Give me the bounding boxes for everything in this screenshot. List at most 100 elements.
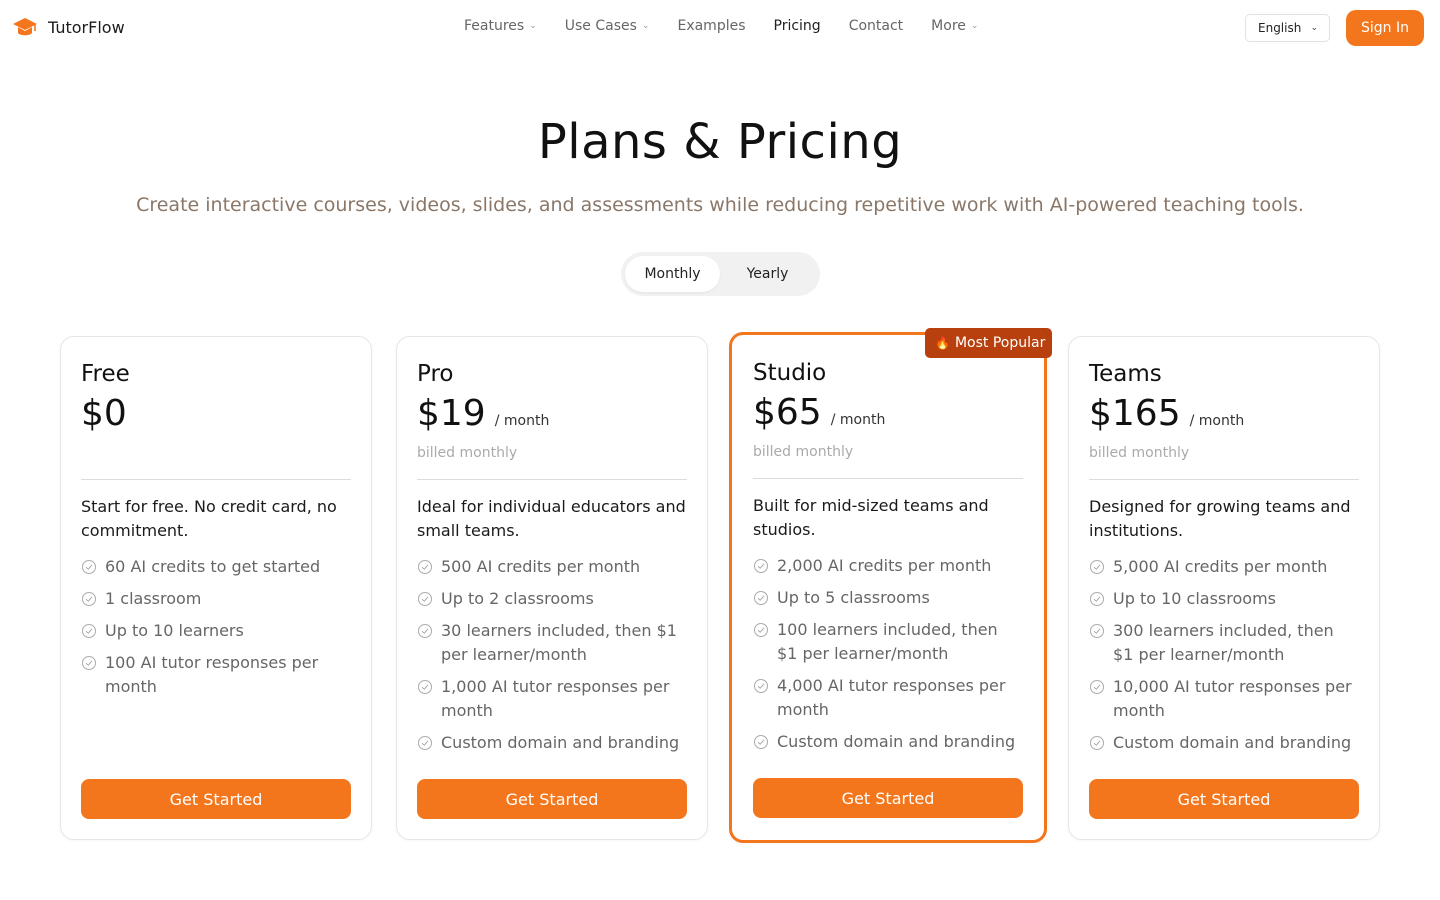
plan-name: Studio: [753, 360, 827, 386]
divider: [81, 479, 351, 480]
get-started-button[interactable]: Get Started: [753, 778, 1023, 818]
feature-item: 5,000 AI credits per month: [1089, 555, 1359, 579]
check-circle-icon: [1090, 592, 1104, 606]
feature-item: 4,000 AI tutor responses per month: [753, 674, 1023, 722]
feature-item: Up to 5 classrooms: [753, 586, 1023, 610]
feature-item: 1,000 AI tutor responses per month: [417, 675, 687, 723]
language-label: English: [1258, 21, 1302, 35]
feature-text: 300 learners included, then $1 per learn…: [1113, 621, 1334, 664]
feature-item: 100 learners included, then $1 per learn…: [753, 618, 1023, 666]
top-navbar: TutorFlow Features ⌄ Use Cases ⌄ Example…: [0, 0, 1440, 56]
feature-text: 100 learners included, then $1 per learn…: [777, 620, 998, 663]
check-circle-icon: [1090, 560, 1104, 574]
nav-item-examples[interactable]: Examples: [677, 18, 745, 34]
check-circle-icon: [754, 679, 768, 693]
plan-description: Designed for growing teams and instituti…: [1089, 497, 1351, 540]
feature-text: 60 AI credits to get started: [105, 557, 321, 576]
plan-price: $19: [417, 393, 486, 434]
price-row: $0: [81, 393, 127, 434]
get-started-button[interactable]: Get Started: [417, 779, 687, 819]
feature-item: 10,000 AI tutor responses per month: [1089, 675, 1359, 723]
price-row: $65 / month: [753, 392, 885, 433]
page-subtitle: Create interactive courses, videos, slid…: [136, 194, 1304, 216]
price-period: / month: [830, 412, 886, 428]
feature-item: Up to 10 classrooms: [1089, 587, 1359, 611]
feature-text: 30 learners included, then $1 per learne…: [441, 621, 677, 664]
nav-item-pricing[interactable]: Pricing: [774, 18, 821, 34]
check-circle-icon: [754, 735, 768, 749]
check-circle-icon: [82, 560, 96, 574]
chevron-down-icon: ⌄: [641, 21, 650, 31]
main-nav: Features ⌄ Use Cases ⌄ Examples Pricing …: [464, 18, 1006, 34]
check-circle-icon: [82, 656, 96, 670]
nav-label: Features: [464, 18, 525, 34]
check-circle-icon: [418, 736, 432, 750]
plan-description: Start for free. No credit card, no commi…: [81, 497, 337, 540]
feature-item: 60 AI credits to get started: [81, 555, 351, 579]
feature-text: Up to 2 classrooms: [441, 589, 594, 608]
feature-item: 100 AI tutor responses per month: [81, 651, 351, 699]
feature-text: Up to 10 learners: [105, 621, 244, 640]
check-circle-icon: [418, 624, 432, 638]
check-circle-icon: [754, 623, 768, 637]
check-circle-icon: [418, 560, 432, 574]
feature-text: 1 classroom: [105, 589, 202, 608]
divider: [753, 478, 1023, 479]
nav-label: Contact: [848, 18, 904, 34]
get-started-button[interactable]: Get Started: [81, 779, 351, 819]
graduation-cap-icon: [13, 18, 37, 36]
plan-price: $65: [753, 392, 822, 433]
chevron-down-icon: ⌄: [970, 21, 979, 31]
nav-item-features[interactable]: Features ⌄: [464, 18, 537, 34]
plan-price: $165: [1089, 393, 1181, 434]
feature-text: 5,000 AI credits per month: [1113, 557, 1328, 576]
feature-text: Custom domain and branding: [441, 733, 680, 752]
check-circle-icon: [754, 559, 768, 573]
nav-label: Use Cases: [564, 18, 637, 34]
billing-note: billed monthly: [1089, 445, 1190, 461]
language-select[interactable]: English ⌄: [1245, 14, 1330, 42]
price-period: / month: [1189, 413, 1245, 429]
feature-text: Custom domain and branding: [1113, 733, 1352, 752]
feature-list: 60 AI credits to get started 1 classroom…: [81, 555, 351, 707]
divider: [1089, 479, 1359, 480]
plan-name: Pro: [417, 361, 454, 387]
billing-monthly-option[interactable]: Monthly: [625, 256, 720, 292]
feature-item: 30 learners included, then $1 per learne…: [417, 619, 687, 667]
feature-text: 100 AI tutor responses per month: [105, 653, 319, 696]
feature-item: Up to 10 learners: [81, 619, 351, 643]
check-circle-icon: [1090, 736, 1104, 750]
check-circle-icon: [754, 591, 768, 605]
price-period: / month: [494, 413, 550, 429]
feature-text: 1,000 AI tutor responses per month: [441, 677, 670, 720]
plan-card-free: Free $0 Start for free. No credit card, …: [60, 336, 372, 840]
plan-card-teams: Teams $165 / month billed monthly Design…: [1068, 336, 1380, 840]
billing-yearly-option[interactable]: Yearly: [725, 256, 810, 292]
feature-text: 10,000 AI tutor responses per month: [1113, 677, 1352, 720]
sign-in-button[interactable]: Sign In: [1346, 10, 1424, 46]
plan-name: Teams: [1089, 361, 1162, 387]
check-circle-icon: [418, 680, 432, 694]
feature-item: 2,000 AI credits per month: [753, 554, 1023, 578]
nav-item-contact[interactable]: Contact: [849, 18, 903, 34]
feature-item: Up to 2 classrooms: [417, 587, 687, 611]
billing-note: billed monthly: [417, 445, 518, 461]
page-title: Plans & Pricing: [537, 114, 903, 170]
chevron-down-icon: ⌄: [529, 21, 537, 31]
nav-label: Pricing: [773, 18, 821, 34]
brand-name: TutorFlow: [48, 17, 125, 37]
nav-item-more[interactable]: More ⌄: [931, 18, 978, 34]
get-started-button[interactable]: Get Started: [1089, 779, 1359, 819]
feature-item: Custom domain and branding: [753, 730, 1023, 754]
brand-logo[interactable]: TutorFlow: [12, 14, 125, 40]
nav-item-use-cases[interactable]: Use Cases ⌄: [565, 18, 650, 34]
feature-item: 500 AI credits per month: [417, 555, 687, 579]
check-circle-icon: [82, 592, 96, 606]
plan-price: $0: [81, 393, 127, 434]
plan-description: Built for mid-sized teams and studios.: [753, 496, 989, 539]
feature-item: Custom domain and branding: [417, 731, 687, 755]
feature-text: 2,000 AI credits per month: [777, 556, 992, 575]
feature-list: 500 AI credits per month Up to 2 classro…: [417, 555, 687, 763]
plan-card-pro: Pro $19 / month billed monthly Ideal for…: [396, 336, 708, 840]
check-circle-icon: [1090, 624, 1104, 638]
